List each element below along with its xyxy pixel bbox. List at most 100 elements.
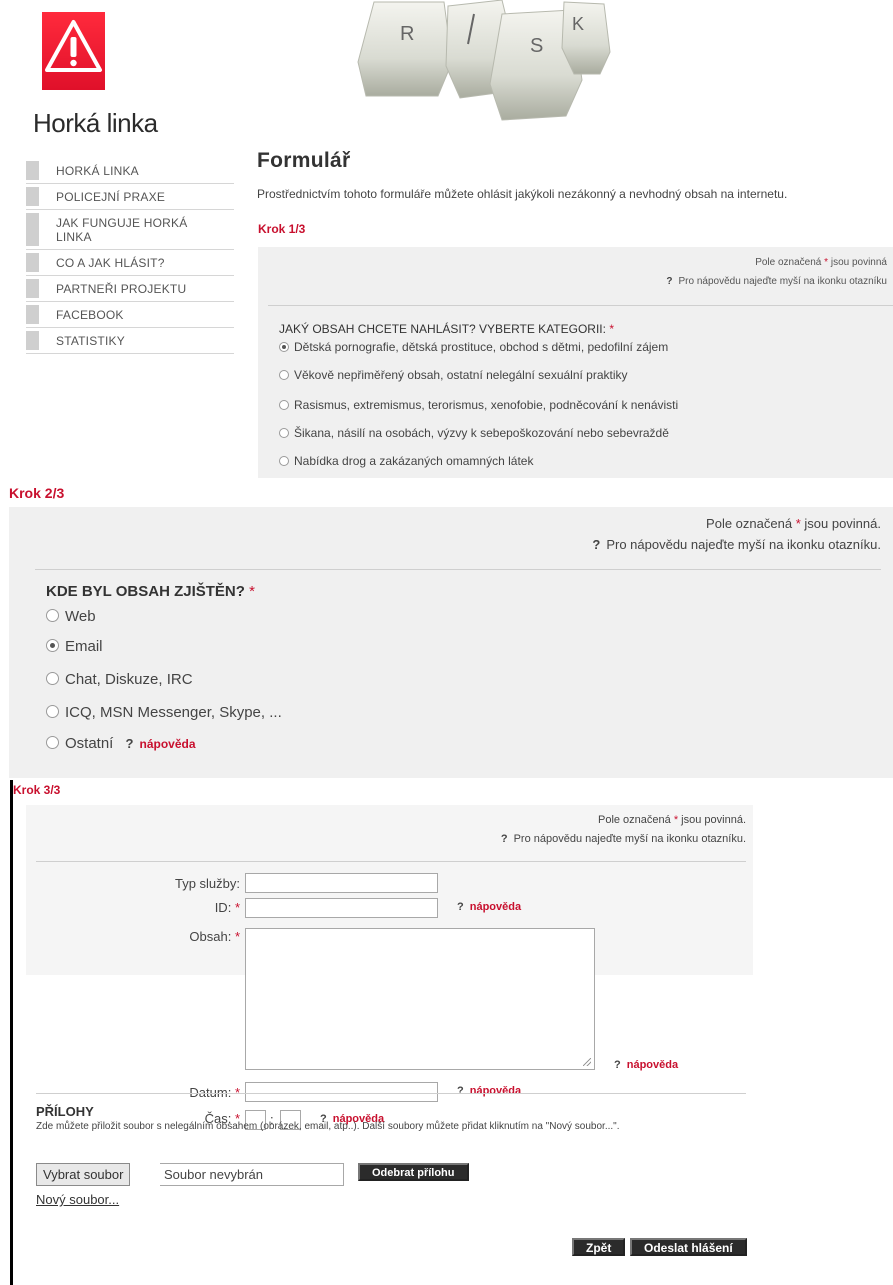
nav-item-partneri[interactable]: PARTNEŘI PROJEKTU: [26, 276, 234, 302]
help-link[interactable]: nápověda: [627, 1059, 678, 1071]
key-label: S: [530, 35, 543, 57]
category-option-1[interactable]: Dětská pornografie, dětská prostituce, o…: [279, 340, 668, 354]
step-1-label: Krok 1/3: [258, 222, 306, 236]
content-label: Obsah: *: [40, 929, 240, 944]
new-file-link[interactable]: Nový soubor...: [36, 1192, 119, 1207]
attachments-title: PŘÍLOHY: [36, 1104, 94, 1119]
divider: [268, 305, 893, 306]
nav-item-statistiky[interactable]: STATISTIKY: [26, 328, 234, 354]
location-option-email[interactable]: Email: [46, 638, 103, 655]
divider: [35, 569, 881, 570]
question-mark-icon[interactable]: ?: [457, 901, 464, 913]
divider: [36, 1093, 746, 1094]
page-title: Formulář: [257, 149, 351, 172]
category-question-text: JAKÝ OBSAH CHCETE NAHLÁSIT? VYBERTE KATE…: [279, 322, 606, 336]
option-label: Ostatní: [65, 735, 114, 752]
label-text: Obsah:: [189, 929, 232, 944]
radio-button-selected[interactable]: [279, 342, 289, 352]
label-text: Typ služby:: [174, 876, 240, 891]
required-star: *: [609, 322, 614, 336]
help-link[interactable]: nápověda: [470, 901, 521, 913]
attachments-description: Zde můžete přiložit soubor s nelegálním …: [36, 1121, 620, 1132]
nav-item-jak-funguje[interactable]: JAK FUNGUJE HORKÁ LINKA: [26, 210, 234, 250]
nav-item-horka-linka[interactable]: HORKÁ LINKA: [26, 158, 234, 184]
left-border-line: [10, 780, 13, 1285]
radio-button[interactable]: [46, 736, 59, 749]
required-star: *: [824, 257, 829, 268]
radio-button[interactable]: [279, 400, 289, 410]
label-text: ID:: [214, 900, 232, 915]
choose-file-button[interactable]: Vybrat soubor: [36, 1163, 131, 1186]
radio-button[interactable]: [46, 705, 59, 718]
nav-item-facebook[interactable]: FACEBOOK: [26, 302, 234, 328]
resize-handle[interactable]: [583, 1058, 591, 1066]
help-hint: ? Pro nápovědu najeďte myší na ikonku ota…: [666, 276, 887, 287]
radio-button[interactable]: [46, 609, 59, 622]
site-logo[interactable]: [42, 12, 105, 90]
location-option-web[interactable]: Web: [46, 608, 96, 625]
date-help[interactable]: ? nápověda: [457, 1085, 521, 1097]
file-status: Soubor nevybrán: [160, 1163, 344, 1186]
key-r: R: [357, 1, 453, 97]
category-option-3[interactable]: Rasismus, extremismus, terorismus, xenof…: [279, 398, 678, 412]
content-textarea[interactable]: [245, 928, 595, 1070]
required-note-suffix: jsou povinná.: [681, 814, 746, 826]
id-input[interactable]: [245, 898, 438, 918]
location-option-other[interactable]: Ostatní ? nápověda: [46, 735, 196, 752]
id-help[interactable]: ? nápověda: [457, 901, 521, 913]
location-question-text: KDE BYL OBSAH ZJIŠTĚN?: [46, 583, 245, 600]
radio-button[interactable]: [279, 456, 289, 466]
option-label: Web: [65, 608, 96, 625]
required-star: *: [795, 516, 801, 531]
nav-item-co-a-jak-hlasit[interactable]: CO A JAK HLÁSIT?: [26, 250, 234, 276]
date-input[interactable]: [245, 1082, 438, 1102]
question-mark-icon[interactable]: ?: [614, 1059, 621, 1071]
divider: [36, 861, 746, 862]
category-option-4[interactable]: Šikana, násilí na osobách, výzvy k sebep…: [279, 426, 669, 440]
step-2-label: Krok 2/3: [9, 485, 65, 501]
required-note-prefix: Pole označená: [597, 814, 671, 826]
help-hint-text: Pro nápovědu najeďte myší na ikonku otaz…: [606, 537, 881, 552]
required-star: *: [234, 900, 240, 915]
key-k: K: [561, 1, 611, 75]
help-link[interactable]: nápověda: [139, 737, 195, 751]
intro-text: Prostřednictvím tohoto formuláře můžete …: [257, 187, 788, 201]
question-mark-icon: ?: [666, 276, 673, 287]
required-note-suffix: jsou povinná.: [804, 516, 881, 531]
category-option-5[interactable]: Nabídka drog a zakázaných omamných látek: [279, 454, 533, 468]
back-button[interactable]: Zpět: [572, 1238, 626, 1256]
question-mark-icon[interactable]: ?: [457, 1085, 464, 1097]
key-label: R: [400, 23, 414, 45]
submit-report-button[interactable]: Odeslat hlášení: [630, 1238, 747, 1256]
remove-attachment-button[interactable]: Odebrat přílohu: [358, 1163, 469, 1181]
radio-button[interactable]: [279, 428, 289, 438]
keyboard-keys-banner: R S K: [357, 0, 611, 121]
help-hint-text: Pro nápovědu najeďte myší na ikonku otaz…: [678, 276, 888, 287]
location-option-chat[interactable]: Chat, Diskuze, IRC: [46, 671, 193, 688]
help-link[interactable]: nápověda: [470, 1085, 521, 1097]
required-note: Pole označená * jsou povinná.: [706, 516, 881, 531]
step-2-panel: Pole označená * jsou povinná. ? Pro nápov…: [9, 507, 893, 778]
question-mark-icon[interactable]: ?: [126, 736, 134, 751]
nav-item-policejni-praxe[interactable]: POLICEJNÍ PRAXE: [26, 184, 234, 210]
radio-button[interactable]: [279, 370, 289, 380]
required-star: *: [249, 583, 255, 600]
category-question: JAKÝ OBSAH CHCETE NAHLÁSIT? VYBERTE KATE…: [279, 322, 614, 336]
required-note-suffix: jsou povinná: [830, 257, 887, 268]
content-help[interactable]: ? nápověda: [614, 1059, 678, 1071]
option-label: Věkově nepřiměřený obsah, ostatní nelegá…: [294, 368, 628, 382]
location-option-icq[interactable]: ICQ, MSN Messenger, Skype, ...: [46, 704, 282, 721]
service-type-label: Typ služby:: [40, 876, 240, 891]
help-hint: ? Pro nápovědu najeďte myší na ikonku ota…: [26, 833, 746, 845]
service-type-input[interactable]: [245, 873, 438, 893]
id-label: ID: *: [40, 900, 240, 915]
help-hint: ? Pro nápovědu najeďte myší na ikonku ota…: [592, 537, 881, 552]
step-3-label: Krok 3/3: [13, 783, 61, 797]
radio-button-selected[interactable]: [46, 639, 59, 652]
category-option-2[interactable]: Věkově nepřiměřený obsah, ostatní nelegá…: [279, 368, 628, 382]
option-label: Dětská pornografie, dětská prostituce, o…: [294, 340, 669, 354]
radio-button[interactable]: [46, 672, 59, 685]
required-note-prefix: Pole označená: [706, 516, 793, 531]
option-label: Nabídka drog a zakázaných omamných látek: [294, 454, 534, 468]
site-title: Horká linka: [33, 108, 158, 138]
